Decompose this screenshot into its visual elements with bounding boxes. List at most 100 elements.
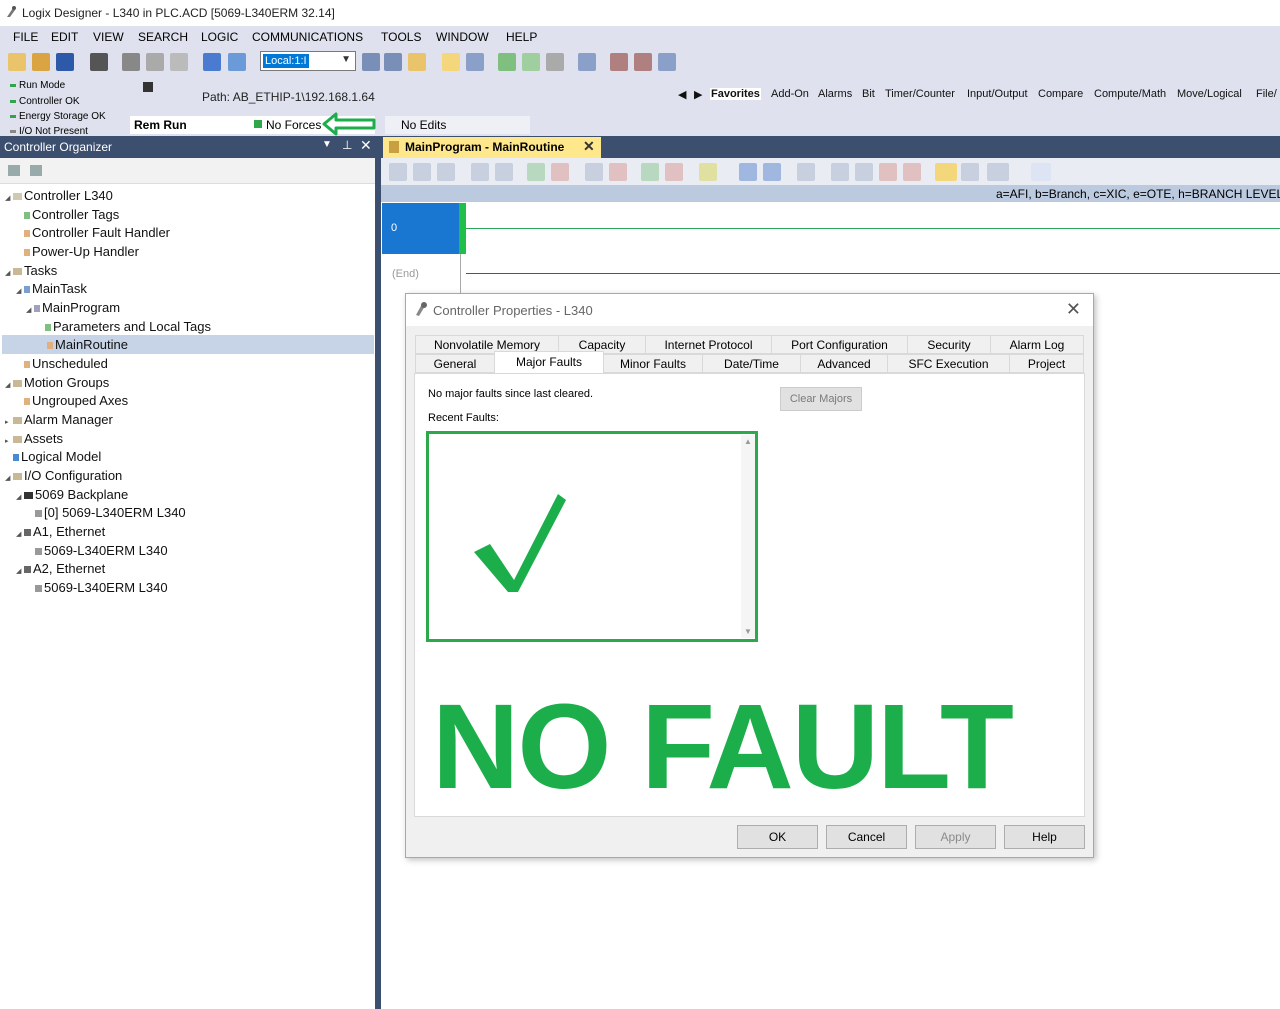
tree-item[interactable]: ◢ A2, Ethernet: [16, 559, 105, 578]
verify-icon[interactable]: [442, 53, 460, 71]
mode-box[interactable]: Rem Run: [130, 116, 265, 134]
tab-port-configuration[interactable]: Port Configuration: [771, 335, 908, 354]
branch-level-icon[interactable]: [437, 163, 455, 181]
xio-icon[interactable]: [495, 163, 513, 181]
otu-icon[interactable]: [585, 163, 603, 181]
ons-icon[interactable]: [609, 163, 627, 181]
tree-item[interactable]: ◢ A1, Ethernet: [16, 522, 105, 541]
tree-item[interactable]: Controller Fault Handler: [24, 223, 170, 242]
tab-add-on[interactable]: Add-On: [771, 88, 809, 100]
tab-major-faults[interactable]: Major Faults: [494, 351, 604, 374]
rung-number[interactable]: 0: [382, 203, 460, 254]
otl-icon[interactable]: [551, 163, 569, 181]
clear-majors-button[interactable]: Clear Majors: [780, 387, 862, 411]
tree-item[interactable]: ▸ Assets: [5, 429, 63, 448]
menu-communications[interactable]: COMMUNICATIONS: [252, 30, 363, 44]
tab-bit[interactable]: Bit: [862, 88, 875, 100]
tree-item[interactable]: Ungrouped Axes: [24, 391, 128, 410]
settings-icon[interactable]: [658, 53, 676, 71]
tree-item[interactable]: ▸ Alarm Manager: [5, 410, 113, 429]
menu-help[interactable]: HELP: [506, 30, 537, 44]
ab-icon[interactable]: [1031, 163, 1051, 181]
tab-compare[interactable]: Compare: [1038, 88, 1083, 100]
path-combo[interactable]: Local:1:I ▼: [260, 51, 356, 71]
scroll-down-icon[interactable]: ▼: [744, 627, 752, 636]
tab-file[interactable]: File/: [1256, 88, 1277, 100]
accept-icon[interactable]: [855, 163, 873, 181]
pin-icon[interactable]: ⊥: [342, 138, 352, 152]
routine-tab[interactable]: MainProgram - MainRoutine ✕: [383, 137, 601, 158]
tab-internet-protocol[interactable]: Internet Protocol: [645, 335, 772, 354]
expand-all-icon[interactable]: [30, 165, 42, 176]
tab-general[interactable]: General: [415, 354, 495, 373]
clear-rung-icon[interactable]: [665, 163, 683, 181]
close-icon[interactable]: ✕: [1066, 299, 1081, 320]
scroll-left-icon[interactable]: ◀: [678, 88, 686, 101]
close-icon[interactable]: ✕: [360, 137, 372, 154]
menu-view[interactable]: VIEW: [93, 30, 124, 44]
tab-timer-counter[interactable]: Timer/Counter: [885, 88, 955, 100]
tree-item[interactable]: ◢ Controller L340: [5, 186, 113, 205]
goto-icon[interactable]: [699, 163, 717, 181]
tab-date-time[interactable]: Date/Time: [702, 354, 801, 373]
online-icon[interactable]: [498, 53, 516, 71]
properties-icon[interactable]: [634, 53, 652, 71]
tree-item[interactable]: Unscheduled: [24, 354, 108, 373]
menu-file[interactable]: FILE: [13, 30, 38, 44]
tab-project[interactable]: Project: [1009, 354, 1084, 373]
menu-search[interactable]: SEARCH: [138, 30, 188, 44]
layout-icon[interactable]: [797, 163, 815, 181]
cancel-button[interactable]: Cancel: [826, 825, 907, 849]
tab-sfc-execution[interactable]: SFC Execution: [887, 354, 1010, 373]
tag-display-icon[interactable]: [935, 163, 957, 181]
copy-icon[interactable]: [146, 53, 164, 71]
redo-icon[interactable]: [228, 53, 246, 71]
tree-item[interactable]: Power-Up Handler: [24, 242, 139, 261]
network-icon[interactable]: [578, 53, 596, 71]
branch-icon[interactable]: [413, 163, 431, 181]
tree-item[interactable]: ◢ Motion Groups: [5, 373, 109, 392]
zoom-out-icon[interactable]: [763, 163, 781, 181]
ok-button[interactable]: OK: [737, 825, 818, 849]
tree-item[interactable]: 5069-L340ERM L340: [35, 541, 168, 560]
routine-icon[interactable]: [466, 53, 484, 71]
upload-icon[interactable]: [522, 53, 540, 71]
tab-alarm-log[interactable]: Alarm Log: [990, 335, 1084, 354]
help-button[interactable]: Help: [1004, 825, 1085, 849]
menu-window[interactable]: WINDOW: [436, 30, 489, 44]
cancel-edit-icon[interactable]: [879, 163, 897, 181]
browse-icon[interactable]: [408, 53, 426, 71]
tab-alarms[interactable]: Alarms: [818, 88, 852, 100]
tree-item[interactable]: ◢ Tasks: [5, 261, 57, 280]
scroll-up-icon[interactable]: ▲: [744, 437, 752, 446]
tree-item[interactable]: Parameters and Local Tags: [45, 317, 211, 336]
undo-icon[interactable]: [203, 53, 221, 71]
close-icon[interactable]: ✕: [583, 138, 595, 155]
tab-favorites[interactable]: Favorites: [710, 88, 761, 100]
tree-item-selected[interactable]: MainRoutine: [2, 335, 374, 354]
tab-move-logical[interactable]: Move/Logical: [1177, 88, 1242, 100]
chevron-down-icon[interactable]: ▼: [341, 54, 351, 65]
tab-input-output[interactable]: Input/Output: [967, 88, 1028, 100]
cut-icon[interactable]: [122, 53, 140, 71]
menu-edit[interactable]: EDIT: [51, 30, 78, 44]
collapse-all-icon[interactable]: [8, 165, 20, 176]
dropdown-icon[interactable]: ▼: [322, 139, 332, 150]
module-icon[interactable]: [610, 53, 628, 71]
tab-security[interactable]: Security: [907, 335, 991, 354]
tab-compute-math[interactable]: Compute/Math: [1094, 88, 1166, 100]
edit-icon[interactable]: [831, 163, 849, 181]
tree-item[interactable]: [0] 5069-L340ERM L340: [35, 503, 186, 522]
tab-minor-faults[interactable]: Minor Faults: [603, 354, 703, 373]
tree-item[interactable]: ◢ MainTask: [16, 279, 87, 298]
test-icon[interactable]: [903, 163, 921, 181]
tab-advanced[interactable]: Advanced: [800, 354, 888, 373]
download-icon[interactable]: [546, 53, 564, 71]
scroll-right-icon[interactable]: ▶: [694, 88, 702, 101]
new-icon[interactable]: [8, 53, 26, 71]
tree-item[interactable]: ◢ MainProgram: [26, 298, 120, 317]
find-icon[interactable]: [362, 53, 380, 71]
menu-tools[interactable]: TOOLS: [381, 30, 421, 44]
tree-item[interactable]: ◢ 5069 Backplane: [16, 485, 128, 504]
ote-icon[interactable]: [527, 163, 545, 181]
